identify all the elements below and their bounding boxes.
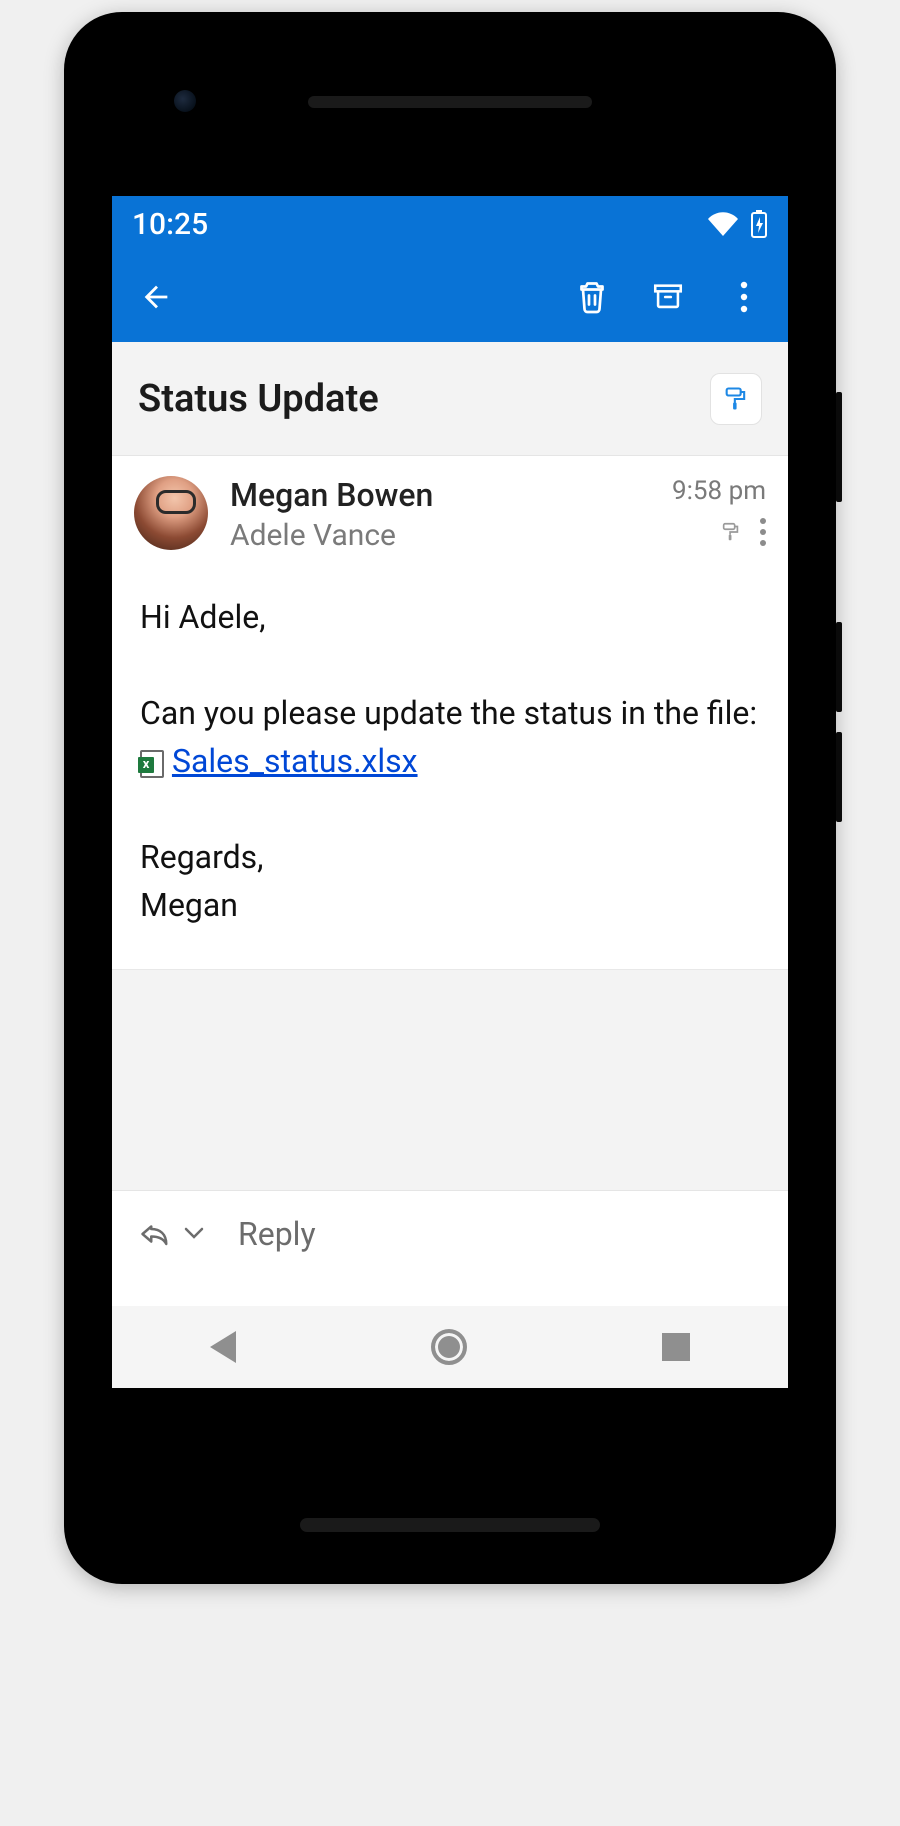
status-time: 10:25	[132, 207, 208, 242]
nav-back-button[interactable]	[210, 1331, 236, 1363]
reply-bar[interactable]: Reply	[112, 1190, 788, 1276]
nav-home-button[interactable]	[431, 1329, 467, 1365]
body-line1-text: Can you please update the status in the …	[140, 694, 757, 732]
archive-icon	[650, 280, 686, 314]
subject-bar: Status Update	[112, 342, 788, 456]
empty-area	[112, 970, 788, 1190]
status-bar: 10:25	[112, 196, 788, 252]
back-button[interactable]	[136, 277, 176, 317]
message-header: Megan Bowen Adele Vance 9:58 pm	[112, 456, 788, 563]
reply-mode-chevron[interactable]	[184, 1227, 204, 1241]
archive-button[interactable]	[648, 277, 688, 317]
paint-roller-small-button[interactable]	[720, 521, 742, 543]
app-bar	[112, 252, 788, 342]
message-time: 9:58 pm	[672, 476, 766, 506]
sender-name[interactable]: Megan Bowen	[230, 476, 672, 514]
reply-label: Reply	[238, 1215, 316, 1253]
sender-avatar[interactable]	[134, 476, 208, 550]
earpiece-speaker	[308, 96, 592, 108]
volume-up-button	[836, 622, 842, 712]
paint-roller-button[interactable]	[710, 373, 762, 425]
chevron-down-icon	[184, 1227, 204, 1241]
wifi-icon	[708, 212, 738, 236]
power-button	[836, 392, 842, 502]
system-nav-bar	[112, 1306, 788, 1388]
overflow-menu-button[interactable]	[724, 277, 764, 317]
message-body: Hi Adele, Can you please update the stat…	[112, 563, 788, 970]
bottom-speaker	[300, 1518, 600, 1532]
delete-button[interactable]	[572, 277, 612, 317]
screen: 10:25 Stat	[112, 196, 788, 1388]
trash-icon	[574, 278, 610, 316]
recipient-name[interactable]: Adele Vance	[230, 518, 672, 553]
reply-icon	[140, 1221, 170, 1247]
volume-down-button	[836, 732, 842, 822]
nav-recents-button[interactable]	[662, 1333, 690, 1361]
excel-file-icon	[140, 750, 164, 778]
paint-roller-icon	[720, 521, 742, 543]
closing-name: Megan	[140, 886, 238, 924]
battery-charging-icon	[750, 210, 768, 238]
body-line1: Can you please update the status in the …	[140, 689, 760, 785]
phone-frame: 10:25 Stat	[64, 12, 836, 1584]
email-subject: Status Update	[138, 377, 710, 421]
message-overflow-button[interactable]	[760, 518, 766, 546]
body-closing: Regards, Megan	[140, 833, 760, 929]
front-camera	[174, 90, 196, 112]
closing-regards: Regards,	[140, 838, 263, 876]
file-link[interactable]: Sales_status.xlsx	[172, 737, 418, 785]
arrow-left-icon	[139, 280, 173, 314]
paint-roller-icon	[722, 385, 750, 413]
more-vert-icon	[740, 281, 748, 313]
body-greeting: Hi Adele,	[140, 593, 760, 641]
